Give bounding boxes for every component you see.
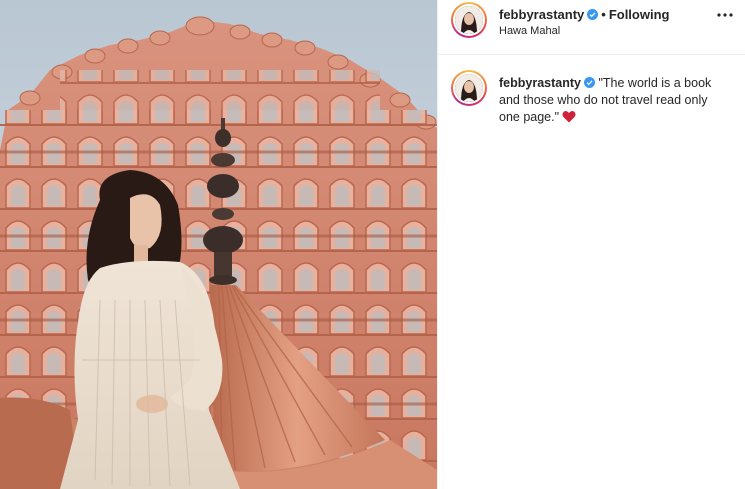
profile-photo xyxy=(455,74,483,102)
caption-username[interactable]: febbyrastanty xyxy=(499,76,581,90)
post-side-panel: febbyrastanty • Following Hawa Mahal feb… xyxy=(437,0,745,489)
caption-avatar[interactable] xyxy=(451,70,487,106)
header-line: febbyrastanty • Following xyxy=(499,7,669,22)
caption: febbyrastanty "The world is a book and t… xyxy=(499,75,731,126)
following-button[interactable]: Following xyxy=(609,7,670,22)
more-options-icon[interactable] xyxy=(716,10,734,20)
header-username[interactable]: febbyrastanty xyxy=(499,7,584,22)
hawa-mahal-photo xyxy=(0,0,437,489)
avatar[interactable] xyxy=(451,2,487,38)
post-header: febbyrastanty • Following Hawa Mahal xyxy=(438,0,745,55)
instagram-post: febbyrastanty • Following Hawa Mahal feb… xyxy=(0,0,745,489)
separator-dot: • xyxy=(601,7,606,22)
location-link[interactable]: Hawa Mahal xyxy=(499,25,560,37)
profile-photo xyxy=(455,6,483,34)
verified-badge-icon xyxy=(583,77,595,88)
post-photo[interactable] xyxy=(0,0,437,489)
verified-badge-icon xyxy=(587,9,599,20)
red-heart-icon xyxy=(562,111,576,123)
